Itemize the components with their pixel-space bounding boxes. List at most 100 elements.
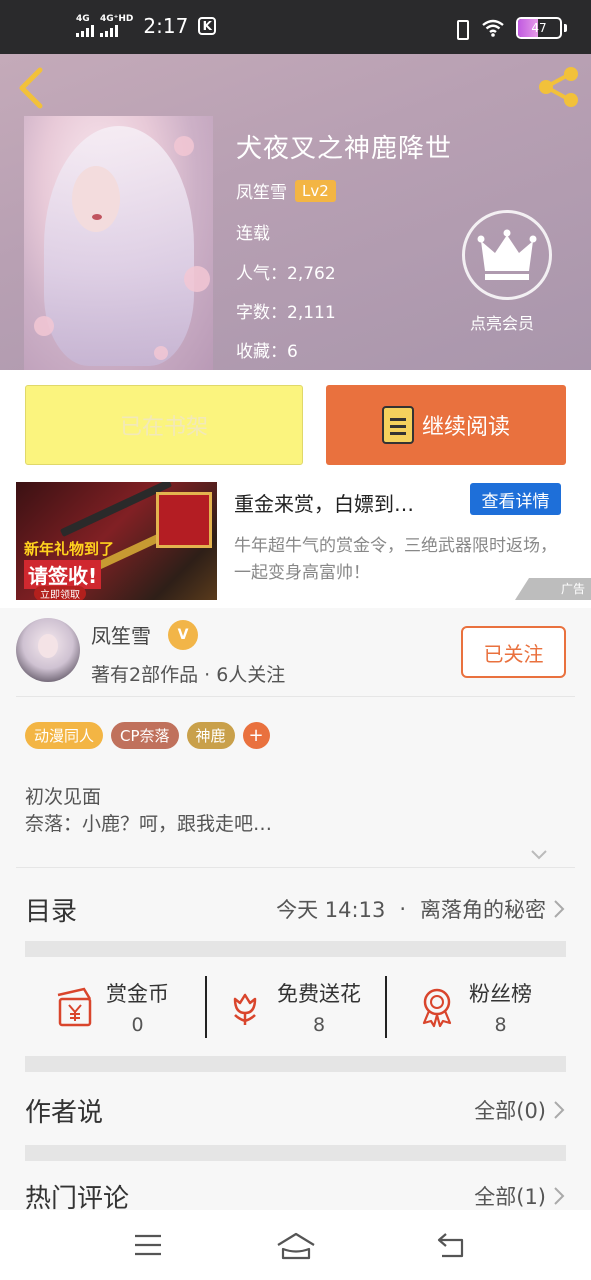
tag-doujin[interactable]: 动漫同人 bbox=[25, 722, 104, 749]
member-button[interactable] bbox=[462, 210, 552, 300]
toc-row[interactable]: 目录 今天 14:13 · 离落角的秘密 bbox=[25, 886, 566, 932]
status-right: 47 bbox=[452, 17, 567, 40]
section-separator bbox=[25, 941, 566, 957]
menu-icon[interactable] bbox=[134, 1234, 162, 1256]
free-flower-stat[interactable]: 免费送花 8 bbox=[223, 978, 361, 1036]
ad-image-text-2: 请签收! bbox=[24, 560, 102, 589]
section-separator bbox=[25, 1145, 566, 1161]
battery-level: 47 bbox=[531, 21, 547, 35]
header-author-name[interactable]: 凤笙雪 bbox=[236, 178, 287, 203]
medal-icon bbox=[422, 988, 452, 1028]
ad-description: 牛年超牛气的赏金令，三绝武器限时返场，一起变身高富帅！ bbox=[234, 536, 557, 583]
followed-button[interactable]: 已关注 bbox=[461, 626, 566, 678]
clock: 2:17 bbox=[143, 14, 189, 38]
fan-rank-value: 8 bbox=[494, 1014, 507, 1036]
author-says-all[interactable]: 全部(0) bbox=[474, 1095, 566, 1125]
reward-coin-value: 0 bbox=[131, 1014, 144, 1036]
book-detail-body: 凤笙雪 V 著有2部作品 · 6人关注 已关注 动漫同人 CP奈落 神鹿 + 初… bbox=[0, 608, 591, 1214]
status-left: 4G 4G⁺HD 2:17 K bbox=[76, 14, 217, 38]
author-says-row[interactable]: 作者说 全部(0) bbox=[25, 1088, 566, 1132]
ad-banner[interactable]: 新年礼物到了 请签收! 立即领取 重金来赏，白嫖到… 查看详情 牛年超牛气的赏金… bbox=[0, 480, 591, 608]
book-icon bbox=[381, 406, 414, 444]
signal-bars-icon bbox=[100, 25, 118, 37]
chevron-right-icon bbox=[554, 900, 565, 918]
back-nav-icon[interactable] bbox=[436, 1232, 466, 1260]
ad-title[interactable]: 重金来赏，白嫖到… bbox=[234, 488, 462, 517]
ad-details-button[interactable]: 查看详情 bbox=[470, 483, 561, 515]
wifi-icon bbox=[482, 19, 504, 37]
ad-label-text: 广告 bbox=[560, 582, 585, 596]
toc-separator: · bbox=[399, 897, 406, 921]
free-flower-label: 免费送花 bbox=[277, 982, 361, 1006]
level-badge: Lv2 bbox=[295, 179, 336, 202]
on-shelf-button[interactable]: 已在书架 bbox=[25, 385, 303, 465]
chevron-right-icon bbox=[554, 1101, 565, 1119]
system-nav-bar bbox=[0, 1210, 591, 1280]
crown-icon bbox=[477, 229, 537, 280]
ad-image[interactable]: 新年礼物到了 请签收! 立即领取 bbox=[16, 482, 217, 600]
stat-divider bbox=[205, 976, 207, 1038]
book-intro[interactable]: 初次见面 奈落：小鹿？呵，跟我走吧… bbox=[25, 784, 272, 838]
envelope-yen-icon bbox=[57, 987, 92, 1027]
header-author-row: 凤笙雪 Lv2 bbox=[236, 178, 336, 203]
stat-divider bbox=[385, 976, 387, 1038]
author-stats: 著有2部作品 · 6人关注 bbox=[91, 664, 286, 686]
hot-comments-all[interactable]: 全部(1) bbox=[474, 1181, 566, 1211]
flower-icon bbox=[233, 993, 257, 1025]
ad-image-text-1: 新年礼物到了 bbox=[24, 540, 115, 558]
tag-list: 动漫同人 CP奈落 神鹿 + bbox=[25, 722, 270, 749]
book-header: 犬夜叉之神鹿降世 凤笙雪 Lv2 连载 人气：2,762 字数：2,111 收藏… bbox=[0, 54, 591, 370]
author-avatar[interactable] bbox=[16, 618, 80, 682]
network-label-1: 4G bbox=[76, 14, 90, 24]
vibrate-icon bbox=[452, 19, 470, 40]
k-app-icon: K bbox=[198, 17, 217, 35]
popularity-stat: 人气：2,762 bbox=[236, 264, 336, 284]
hot-comments-label: 热门评论 bbox=[25, 1183, 130, 1214]
add-tag-button[interactable]: + bbox=[242, 722, 270, 749]
status-bar: 4G 4G⁺HD 2:17 K 47 bbox=[0, 0, 591, 54]
section-separator bbox=[25, 1056, 566, 1072]
serial-status: 连载 bbox=[236, 224, 270, 244]
expand-chevron-down-icon[interactable] bbox=[530, 846, 548, 864]
word-count-stat: 字数：2,111 bbox=[236, 303, 336, 323]
signal-2: 4G⁺HD bbox=[100, 15, 133, 37]
divider bbox=[16, 867, 575, 868]
ad-image-cta: 立即领取 bbox=[34, 586, 86, 600]
toc-latest-chapter: 离落角的秘密 bbox=[420, 898, 546, 922]
tag-deer[interactable]: 神鹿 bbox=[186, 722, 235, 749]
fan-rank-stat[interactable]: 粉丝榜 8 bbox=[415, 978, 532, 1036]
author-name[interactable]: 凤笙雪 bbox=[91, 620, 151, 649]
home-icon[interactable] bbox=[276, 1232, 316, 1260]
book-title: 犬夜叉之神鹿降世 bbox=[236, 134, 453, 164]
network-label-2: 4G⁺HD bbox=[100, 14, 134, 24]
chevron-right-icon bbox=[554, 1187, 565, 1205]
battery-icon: 47 bbox=[516, 17, 562, 39]
toc-update-time: 今天 14:13 bbox=[276, 898, 386, 922]
continue-reading-label: 继续阅读 bbox=[421, 415, 510, 440]
back-icon[interactable] bbox=[14, 66, 50, 110]
verified-badge-icon: V bbox=[168, 620, 198, 650]
author-says-count: 全部(0) bbox=[474, 1099, 546, 1123]
interaction-stats: 赏金币 0 免费送花 8 粉丝榜 8 bbox=[25, 960, 566, 1058]
favorites-stat: 收藏：6 bbox=[236, 342, 298, 362]
free-flower-value: 8 bbox=[312, 1014, 326, 1036]
hot-comments-count: 全部(1) bbox=[474, 1185, 546, 1209]
author-says-label: 作者说 bbox=[25, 1097, 104, 1128]
share-icon[interactable] bbox=[536, 64, 582, 110]
tag-cp-naraku[interactable]: CP奈落 bbox=[111, 722, 179, 749]
divider bbox=[16, 696, 575, 697]
continue-reading-button[interactable]: 继续阅读 bbox=[326, 385, 566, 465]
signal-1: 4G bbox=[76, 15, 94, 37]
toc-latest: 今天 14:13 · 离落角的秘密 bbox=[276, 894, 566, 924]
battery-tip bbox=[564, 24, 567, 32]
reward-coin-stat[interactable]: 赏金币 0 bbox=[52, 978, 169, 1036]
intro-line-1: 初次见面 bbox=[25, 786, 102, 808]
intro-line-2: 奈落：小鹿？呵，跟我走吧… bbox=[25, 813, 273, 835]
toc-label: 目录 bbox=[25, 896, 78, 927]
action-bar: 已在书架 继续阅读 bbox=[0, 370, 591, 480]
member-label[interactable]: 点亮会员 bbox=[470, 310, 534, 334]
fan-rank-label: 粉丝榜 bbox=[469, 982, 532, 1006]
signal-bars-icon bbox=[76, 25, 94, 37]
book-cover-image[interactable] bbox=[24, 116, 213, 370]
reward-coin-label: 赏金币 bbox=[106, 982, 169, 1006]
